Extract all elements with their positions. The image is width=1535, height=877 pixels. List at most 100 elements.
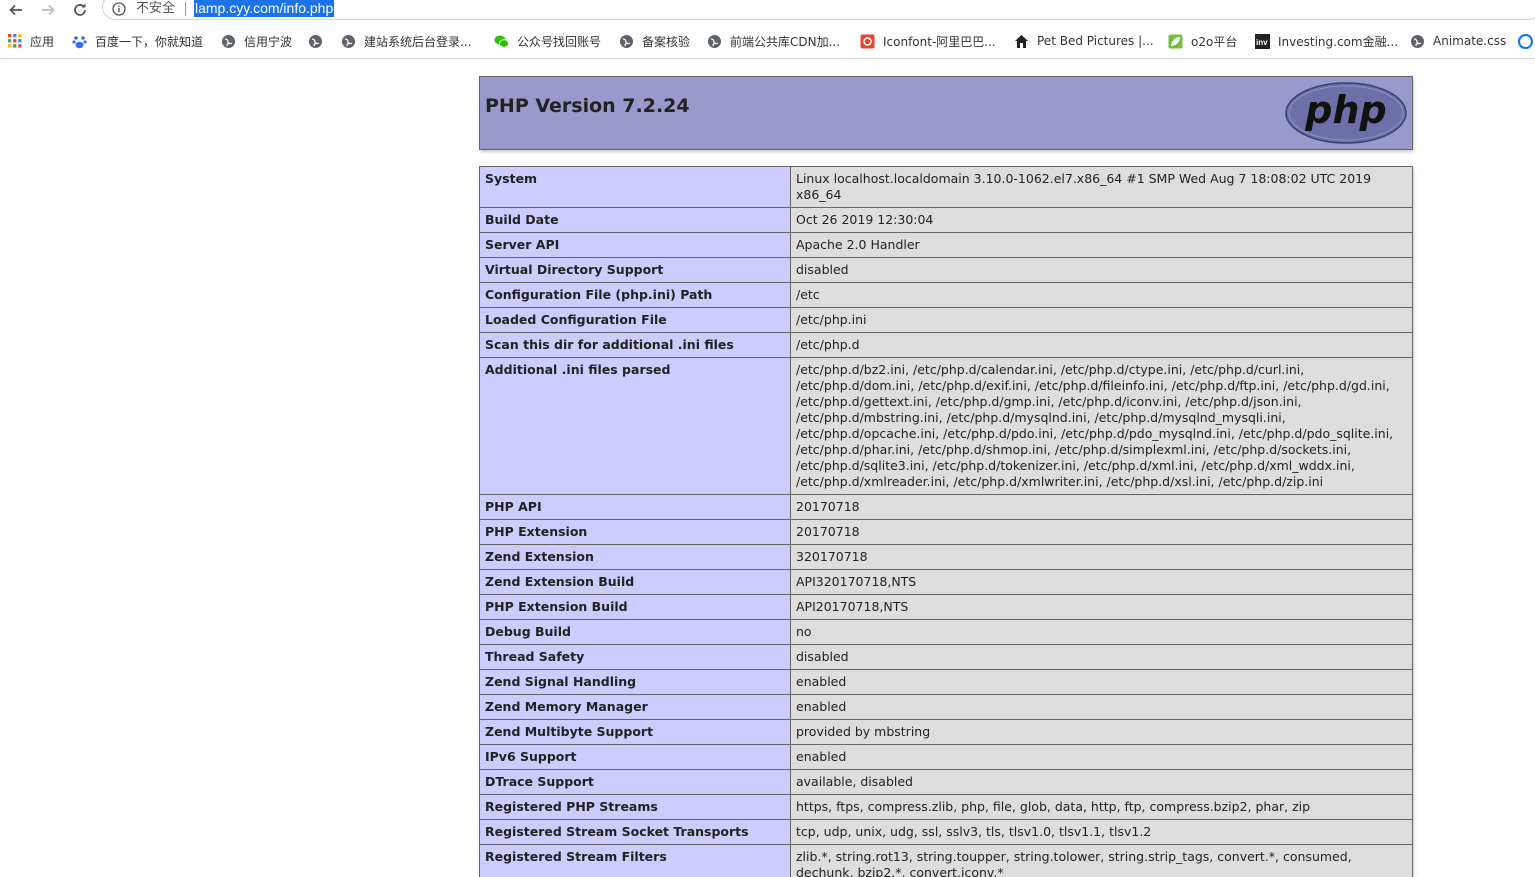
arrow-left-icon [9,4,22,16]
row-key: Server API [479,232,791,258]
row-key: IPv6 Support [479,744,791,770]
row-value: no [790,619,1413,645]
bookmark-cdn[interactable]: 前端公共库CDN加... [707,30,840,52]
row-value: disabled [790,257,1413,283]
bookmark-edge[interactable] [1518,30,1535,52]
iconfont-icon [860,34,875,48]
edge-icon [1518,33,1533,49]
wechat-icon [494,35,509,48]
table-row: Zend Extension Build API320170718,NTS [479,569,1413,595]
bookmark-wechat[interactable]: 公众号找回账号 [494,30,601,52]
apps-grid-icon [8,34,22,48]
reload-icon [74,3,86,16]
table-row: IPv6 Support enabled [479,744,1413,770]
info-icon[interactable] [112,2,126,16]
reload-button[interactable] [69,0,91,20]
bookmark-site-admin[interactable]: 建站系统后台登录... [341,30,471,52]
forward-button[interactable] [37,0,59,20]
row-key: PHP Extension [479,519,791,545]
php-logo-text: php [1304,88,1386,132]
bookmark-label: o2o平台 [1191,34,1238,49]
table-row: Loaded Configuration File/etc/php.ini [479,307,1413,333]
back-button[interactable] [5,0,27,20]
row-value: provided by mbstring [790,719,1413,745]
row-value: enabled [790,694,1413,720]
baidu-paw-icon [72,35,87,48]
bookmark-label: 信用宁波 [244,34,293,49]
table-row: Server API Apache 2.0 Handler [479,232,1413,258]
row-value: enabled [790,744,1413,770]
bookmark-label: Iconfont-阿里巴巴... [883,34,996,49]
bookmark-xinyong-ningbo[interactable]: 信用宁波 [221,30,292,52]
globe-icon [222,34,235,48]
security-status-label[interactable]: 不安全 [136,1,175,17]
table-row: Registered Stream Socket Transports tcp, … [479,819,1413,845]
row-key: Zend Extension [479,544,791,570]
bookmark-apps[interactable]: 应用 [8,30,54,52]
bookmark-animate-css[interactable]: Animate.css [1410,30,1506,52]
table-row: Registered Stream Filters zlib.*, string.… [479,844,1413,877]
table-row: PHP Extension 20170718 [479,519,1413,545]
table-row: Registered PHP Streams https, ftps, compr… [479,794,1413,820]
table-row: Zend Multibyte Support provided by mbstri… [479,719,1413,745]
bookmark-investing[interactable]: inv Investing.com金融... [1255,30,1398,52]
php-logo-icon[interactable]: php [1284,81,1408,145]
bookmark-label: 应用 [30,34,55,49]
bookmark-label: 前端公共库CDN加... [730,34,841,49]
table-row: Additional .ini files parsed/etc/php.d/b… [479,357,1413,495]
row-key: Zend Memory Manager [479,694,791,720]
bookmark-label: 建站系统后台登录... [364,34,472,49]
bookmark-beian[interactable]: 备案核验 [619,30,690,52]
row-key: Additional .ini files parsed [479,357,791,495]
row-key: Scan this dir for additional .ini files [479,332,791,358]
row-key: Registered Stream Filters [479,844,791,877]
table-row: Configuration File (php.ini) Path/etc [479,282,1413,308]
row-value: /etc/php.ini [790,307,1413,333]
table-row: Thread Safety disabled [479,644,1413,670]
row-key: Zend Extension Build [479,569,791,595]
php-info-table-body: System Linux localhost.localdomain 3.10.0… [479,166,1413,877]
svg-text:inv: inv [1256,38,1268,47]
row-key: Zend Signal Handling [479,669,791,695]
bookmark-untitled[interactable] [308,30,331,52]
url-input[interactable]: lamp.cyy.com/info.php [194,0,335,17]
investing-icon: inv [1255,33,1270,49]
row-key: Build Date [479,207,791,233]
row-value: Oct 26 2019 12:30:04 [790,207,1413,233]
table-row: System Linux localhost.localdomain 3.10.0… [479,166,1413,208]
row-value: available, disabled [790,769,1413,795]
bookmark-baidu[interactable]: 百度一下，你就知道 [72,30,203,52]
row-value: tcp, udp, unix, udg, ssl, sslv3, tls, tl… [790,819,1413,845]
row-value: enabled [790,669,1413,695]
row-key: Thread Safety [479,644,791,670]
bookmark-o2o[interactable]: o2o平台 [1168,30,1237,52]
house-icon [1015,34,1028,48]
row-value: 20170718 [790,519,1413,545]
bookmark-label: 百度一下，你就知道 [95,34,204,49]
table-row: PHP Extension Build API20170718,NTS [479,594,1413,620]
globe-icon [708,34,721,48]
row-value: https, ftps, compress.zlib, php, file, g… [790,794,1413,820]
table-row: DTrace Support available, disabled [479,769,1413,795]
table-row: Build Date Oct 26 2019 12:30:04 [479,207,1413,233]
row-key: Registered PHP Streams [479,794,791,820]
table-row: Zend Extension 320170718 [479,544,1413,570]
row-key: System [479,166,791,208]
row-key: Configuration File (php.ini) Path [479,282,791,308]
bookmark-pet-bed[interactable]: Pet Bed Pictures |... [1014,30,1154,52]
row-key: PHP API [479,494,791,520]
page-title: PHP Version 7.2.24 [485,95,690,117]
table-row: Debug Build no [479,619,1413,645]
row-value: /etc/php.d [790,332,1413,358]
omnibox-separator [185,2,186,16]
table-row: Virtual Directory Support disabled [479,257,1413,283]
row-value: disabled [790,644,1413,670]
bookmark-label: Investing.com金融... [1278,34,1399,49]
bookmark-iconfont[interactable]: Iconfont-阿里巴巴... [860,30,996,52]
chrome-divider [0,58,1535,59]
row-key: Debug Build [479,619,791,645]
bookmark-label: 公众号找回账号 [517,34,602,49]
row-value: 320170718 [790,544,1413,570]
globe-icon [620,34,633,48]
globe-icon [342,34,355,48]
